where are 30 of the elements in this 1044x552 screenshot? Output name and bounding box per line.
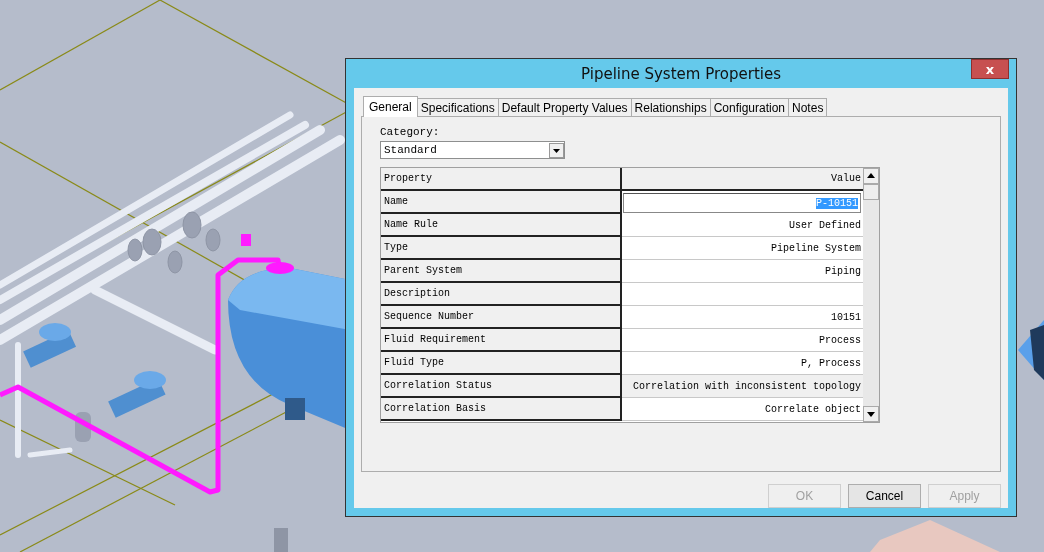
tab[interactable]: Relationships	[630, 98, 711, 116]
property-cell: Parent System	[381, 260, 622, 283]
property-cell: Description	[381, 283, 622, 306]
property-cell: Name Rule	[381, 214, 622, 237]
scroll-up-icon[interactable]	[863, 168, 879, 184]
property-cell: Fluid Type	[381, 352, 622, 375]
tab[interactable]: Configuration	[709, 98, 790, 116]
dialog-button[interactable]: Cancel	[848, 484, 921, 508]
property-cell: Correlation Basis	[381, 398, 622, 421]
property-cell: Name	[381, 191, 622, 214]
column-header: Value	[622, 168, 863, 191]
value-cell: Correlation with inconsistent topology	[622, 375, 863, 398]
property-cell: Sequence Number	[381, 306, 622, 329]
post-drawing	[274, 528, 288, 552]
category-label: Category:	[380, 126, 440, 138]
scroll-down-icon[interactable]	[863, 406, 879, 422]
tab[interactable]: Notes	[788, 98, 828, 116]
tab[interactable]: Specifications	[416, 98, 499, 116]
category-dropdown[interactable]: Standard	[380, 141, 565, 159]
equipment-drawing	[1018, 320, 1044, 380]
tab[interactable]: General	[363, 96, 418, 117]
tab[interactable]: Default Property Values	[497, 98, 632, 116]
window-title: Pipeline System Properties	[581, 64, 781, 83]
close-button[interactable]: x	[971, 59, 1009, 79]
scroll-thumb[interactable]	[863, 184, 879, 200]
scrollbar[interactable]	[863, 168, 879, 422]
property-cell: Fluid Requirement	[381, 329, 622, 352]
property-cell: Correlation Status	[381, 375, 622, 398]
property-cell: Type	[381, 237, 622, 260]
column-header: Property	[381, 168, 622, 191]
